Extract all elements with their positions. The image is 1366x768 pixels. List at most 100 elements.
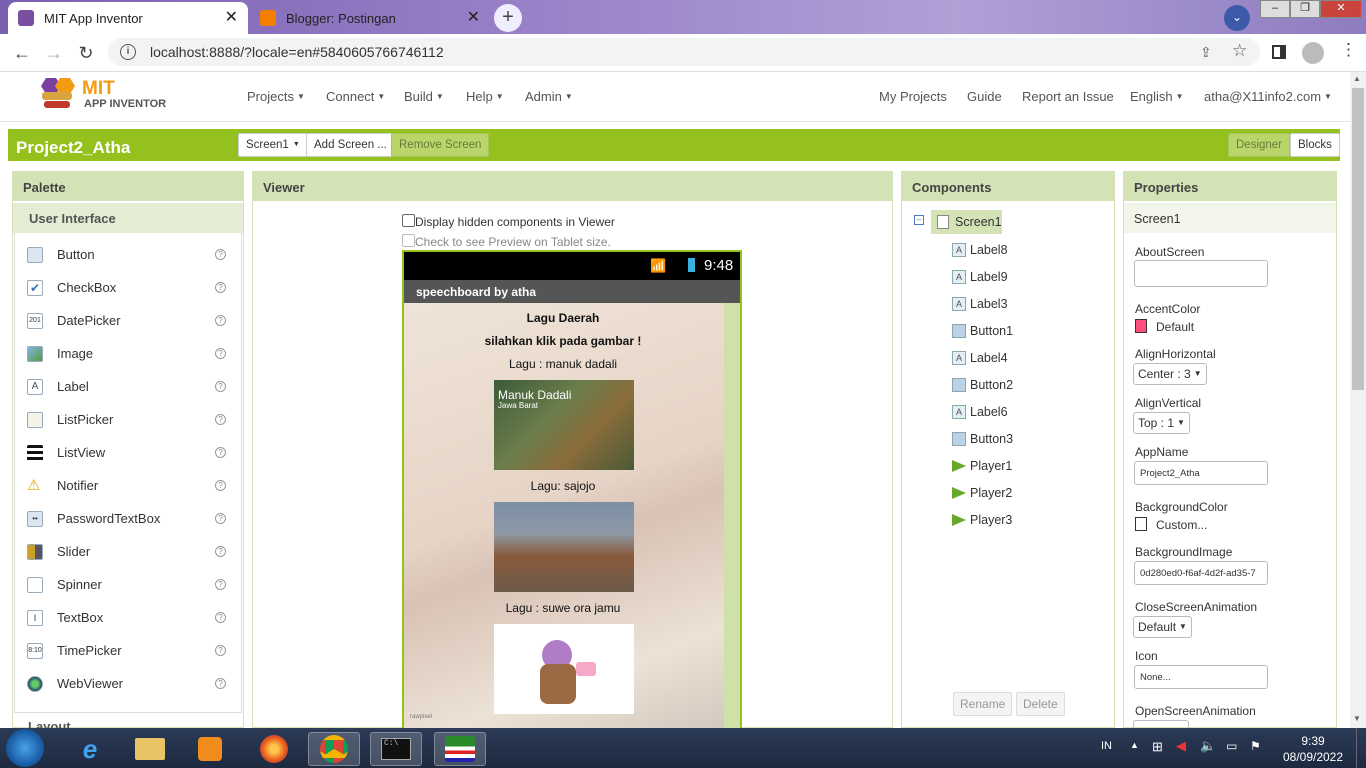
component-label6[interactable]: A Label6 [952, 401, 1008, 423]
close-animation-select[interactable]: Default ▼ [1133, 616, 1192, 638]
browser-menu-icon[interactable]: ⋮ [1340, 40, 1357, 60]
help-icon[interactable]: ? [215, 414, 226, 425]
site-info-icon[interactable]: i [120, 44, 136, 60]
media-player-icon[interactable] [184, 732, 236, 766]
scroll-up-icon[interactable]: ▲ [1353, 74, 1361, 83]
scroll-down-icon[interactable]: ▼ [1353, 714, 1361, 723]
label-lagu-daerah[interactable]: Lagu Daerah [404, 311, 722, 325]
tab-blogger[interactable]: Blogger: Postingan ✕ [250, 2, 490, 34]
command-prompt-icon[interactable]: C:\ [370, 732, 422, 766]
system-clock[interactable]: 9:39 08/09/2022 [1280, 733, 1346, 765]
palette-section-layout[interactable]: Layout [28, 720, 71, 728]
component-button1[interactable]: Button1 [952, 320, 1013, 342]
tablet-preview-checkbox[interactable] [402, 234, 415, 247]
palette-item-listview[interactable]: ListView? [14, 436, 242, 469]
menu-admin[interactable]: Admin ▼ [525, 89, 573, 104]
component-player1[interactable]: Player1 [952, 455, 1012, 477]
tab-mit-app-inventor[interactable]: MIT App Inventor ✕ [8, 2, 248, 34]
delete-button[interactable]: Delete [1016, 692, 1065, 716]
palette-section-user-interface[interactable]: User Interface [13, 203, 243, 233]
firefox-icon[interactable] [248, 732, 300, 766]
component-label4[interactable]: A Label4 [952, 347, 1008, 369]
profile-avatar[interactable] [1302, 42, 1324, 64]
palette-item-webviewer[interactable]: WebViewer? [14, 667, 242, 700]
menu-projects[interactable]: Projects ▼ [247, 89, 305, 104]
rename-button[interactable]: Rename [953, 692, 1013, 716]
collapse-tree-icon[interactable]: – [914, 215, 924, 225]
chrome-icon[interactable] [308, 732, 360, 766]
tray-expand-icon[interactable]: ▲ [1130, 740, 1139, 750]
help-icon[interactable]: ? [215, 348, 226, 359]
palette-item-listpicker[interactable]: ListPicker? [14, 403, 242, 436]
component-label9[interactable]: A Label9 [952, 266, 1008, 288]
accent-color-swatch[interactable] [1135, 319, 1147, 333]
maximize-button[interactable]: ❐ [1290, 0, 1320, 18]
component-label8[interactable]: A Label8 [952, 239, 1008, 261]
palette-item-notifier[interactable]: ⚠ Notifier? [14, 469, 242, 502]
component-screen1[interactable]: Screen1 [931, 210, 1002, 234]
label-instruction[interactable]: silahkan klik pada gambar ! [404, 334, 722, 348]
close-tab-icon[interactable]: ✕ [225, 10, 238, 26]
component-label3[interactable]: A Label3 [952, 293, 1008, 315]
volume-icon[interactable]: 🔈 [1200, 738, 1216, 754]
help-icon[interactable]: ? [215, 579, 226, 590]
menu-help[interactable]: Help ▼ [466, 89, 504, 104]
link-my-projects[interactable]: My Projects [879, 89, 947, 104]
back-arrow-icon[interactable]: ← [10, 42, 34, 64]
display-icon[interactable]: ▭ [1226, 739, 1237, 753]
menu-connect[interactable]: Connect ▼ [326, 89, 385, 104]
component-button2[interactable]: Button2 [952, 374, 1013, 396]
palette-item-checkbox[interactable]: ✔ CheckBox? [14, 271, 242, 304]
palette-item-textbox[interactable]: I TextBox? [14, 601, 242, 634]
help-icon[interactable]: ? [215, 513, 226, 524]
link-report-issue[interactable]: Report an Issue [1022, 89, 1114, 104]
page-scrollbar-thumb[interactable] [1352, 88, 1364, 390]
palette-item-datepicker[interactable]: 201 DatePicker? [14, 304, 242, 337]
menu-language[interactable]: English ▼ [1130, 89, 1184, 104]
screen-select[interactable]: Screen1 ▼ [238, 133, 308, 157]
menu-build[interactable]: Build ▼ [404, 89, 444, 104]
tray-flag-icon[interactable]: ◀ [1176, 738, 1186, 754]
link-guide[interactable]: Guide [967, 89, 1002, 104]
menu-account[interactable]: atha@X11info2.com ▼ [1204, 89, 1332, 104]
help-icon[interactable]: ? [215, 645, 226, 656]
start-button-icon[interactable] [6, 729, 44, 767]
add-screen-button[interactable]: Add Screen ... [306, 133, 395, 157]
accent-color-value[interactable]: Default [1156, 320, 1194, 334]
button2-image-dancers[interactable] [494, 502, 634, 592]
icon-input[interactable]: None... [1134, 665, 1268, 689]
share-icon[interactable]: ⇪ [1200, 44, 1212, 61]
new-tab-button[interactable]: + [494, 4, 522, 32]
designer-button[interactable]: Designer [1228, 133, 1291, 157]
file-explorer-icon[interactable] [124, 732, 176, 766]
help-icon[interactable]: ? [215, 480, 226, 491]
internet-explorer-icon[interactable]: e [64, 732, 116, 766]
forward-arrow-icon[interactable]: → [42, 42, 66, 64]
help-icon[interactable]: ? [215, 249, 226, 260]
app-inventor-logo-icon[interactable] [36, 76, 80, 112]
help-icon[interactable]: ? [215, 315, 226, 326]
palette-item-spinner[interactable]: Spinner? [14, 568, 242, 601]
close-window-button[interactable]: ✕ [1320, 0, 1362, 18]
show-desktop-button[interactable] [1356, 728, 1366, 768]
side-panel-icon[interactable] [1272, 45, 1286, 59]
bookmark-star-icon[interactable]: ☆ [1232, 41, 1247, 61]
component-button3[interactable]: Button3 [952, 428, 1013, 450]
align-horizontal-select[interactable]: Center : 3 ▼ [1133, 363, 1207, 385]
open-animation-select[interactable] [1133, 720, 1189, 728]
bgimage-input[interactable]: 0d280ed0-f6af-4d2f-ad35-7 [1134, 561, 1268, 585]
align-vertical-select[interactable]: Top : 1 ▼ [1133, 412, 1190, 434]
minimize-button[interactable]: – [1260, 0, 1290, 18]
help-icon[interactable]: ? [215, 381, 226, 392]
bgcolor-swatch[interactable] [1135, 517, 1147, 531]
palette-item-slider[interactable]: Slider? [14, 535, 242, 568]
label-manuk-dadali[interactable]: Lagu : manuk dadali [404, 357, 722, 371]
network-icon[interactable]: ⊞ [1152, 739, 1163, 755]
help-icon[interactable]: ? [215, 447, 226, 458]
about-screen-textarea[interactable] [1134, 260, 1268, 287]
palette-item-image[interactable]: Image? [14, 337, 242, 370]
appname-input[interactable]: Project2_Atha [1134, 461, 1268, 485]
app-inventor-emulator-icon[interactable] [434, 732, 486, 766]
palette-item-timepicker[interactable]: 8:10 TimePicker? [14, 634, 242, 667]
palette-item-label[interactable]: A Label? [14, 370, 242, 403]
